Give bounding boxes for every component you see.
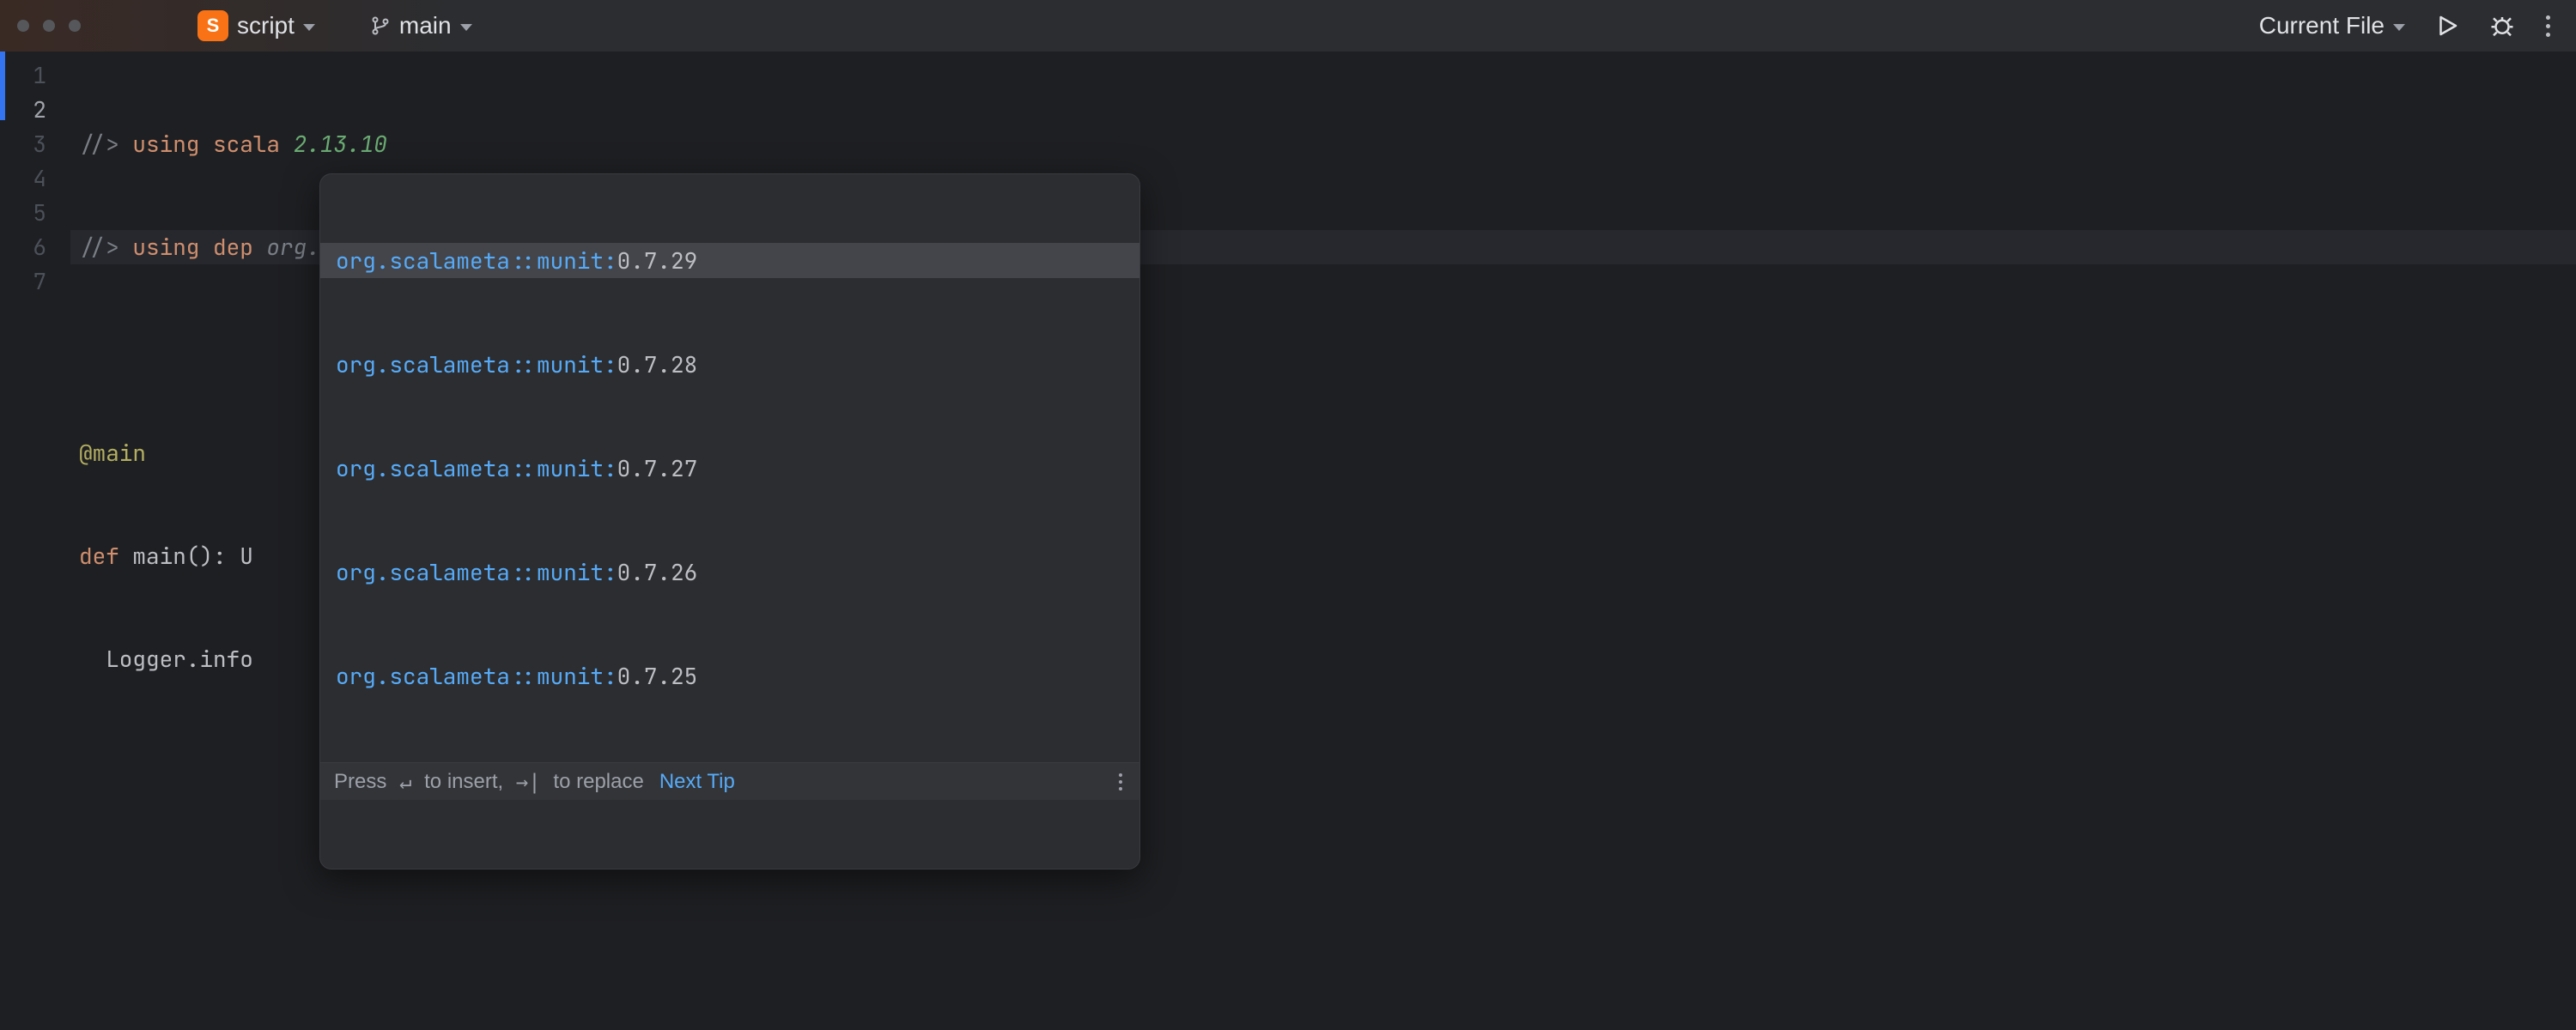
token-keyword: using dep bbox=[132, 232, 266, 262]
completion-popup: org.scalameta::munit:0.7.29 org.scalamet… bbox=[319, 173, 1140, 869]
titlebar: S script main Current File bbox=[0, 0, 2576, 52]
token-comment: //> bbox=[79, 129, 132, 159]
branch-selector[interactable]: main bbox=[363, 9, 479, 43]
code-area[interactable]: //> using scala 2.13.10 //> using dep or… bbox=[70, 52, 2576, 1030]
line-number[interactable]: 5 bbox=[0, 196, 70, 230]
completion-version: 0.7.28 bbox=[617, 348, 698, 382]
completion-footer: Press ↵ to insert, →| to replace Next Ti… bbox=[320, 762, 1139, 800]
completion-item[interactable]: org.scalameta::munit:0.7.27 bbox=[320, 451, 1139, 486]
token-version: 2.13.10 bbox=[294, 129, 387, 159]
chevron-down-icon bbox=[303, 24, 315, 31]
completion-version: 0.7.26 bbox=[617, 555, 698, 590]
completion-version: 0.7.27 bbox=[617, 451, 698, 486]
ide-window: S script main Current File bbox=[0, 0, 2576, 1030]
tab-key-icon: →| bbox=[516, 765, 541, 799]
completion-item[interactable]: org.scalameta::munit:0.7.26 bbox=[320, 554, 1139, 590]
editor: 1 2 3 4 5 6 7 //> using scala 2.13.10 //… bbox=[0, 52, 2576, 1030]
gutter: 1 2 3 4 5 6 7 bbox=[0, 52, 70, 1030]
window-maximize-button[interactable] bbox=[69, 20, 81, 32]
window-controls bbox=[17, 20, 81, 32]
completion-more-button[interactable] bbox=[1115, 770, 1126, 794]
window-minimize-button[interactable] bbox=[43, 20, 55, 32]
footer-text: to replace bbox=[548, 765, 644, 799]
file-name-label: script bbox=[237, 12, 295, 39]
token-ident: main(): U bbox=[119, 541, 253, 571]
completion-prefix: org.scalameta::munit: bbox=[336, 659, 617, 694]
token-comment: //> bbox=[79, 232, 132, 262]
run-button[interactable] bbox=[2427, 9, 2467, 42]
chevron-down-icon bbox=[2393, 24, 2405, 31]
branch-icon bbox=[370, 15, 391, 36]
completion-prefix: org.scalameta::munit: bbox=[336, 555, 617, 590]
completion-prefix: org.scalameta::munit: bbox=[336, 348, 617, 382]
completion-item[interactable]: org.scalameta::munit:0.7.25 bbox=[320, 658, 1139, 694]
file-type-badge: S bbox=[197, 10, 228, 41]
line-number[interactable]: 4 bbox=[0, 161, 70, 196]
enter-key-icon: ↵ bbox=[399, 765, 411, 799]
next-tip-link[interactable]: Next Tip bbox=[659, 765, 735, 799]
run-config-selector[interactable]: Current File bbox=[2252, 9, 2412, 43]
file-selector[interactable]: S script bbox=[191, 7, 322, 45]
run-config-label: Current File bbox=[2259, 12, 2385, 39]
completion-item[interactable]: org.scalameta::munit:0.7.29 bbox=[320, 243, 1139, 278]
token-keyword: using scala bbox=[132, 129, 293, 159]
debug-button[interactable] bbox=[2482, 9, 2522, 42]
completion-version: 0.7.25 bbox=[617, 659, 698, 694]
token-keyword: def bbox=[79, 541, 119, 571]
code-line[interactable]: //> using scala 2.13.10 bbox=[70, 127, 2576, 161]
footer-text: Press bbox=[334, 765, 392, 799]
token-ident: Logger.info bbox=[79, 644, 253, 674]
line-number[interactable]: 7 bbox=[0, 264, 70, 299]
completion-item[interactable]: org.scalameta::munit:0.7.28 bbox=[320, 347, 1139, 382]
completion-version: 0.7.29 bbox=[617, 244, 698, 278]
footer-text: to insert, bbox=[418, 765, 508, 799]
completion-prefix: org.scalameta::munit: bbox=[336, 244, 617, 278]
line-number[interactable]: 1 bbox=[0, 58, 70, 93]
branch-name-label: main bbox=[399, 12, 452, 39]
window-close-button[interactable] bbox=[17, 20, 29, 32]
completion-prefix: org.scalameta::munit: bbox=[336, 451, 617, 486]
line-number[interactable]: 3 bbox=[0, 127, 70, 161]
chevron-down-icon bbox=[460, 24, 472, 31]
more-menu-button[interactable] bbox=[2537, 15, 2559, 37]
line-number[interactable]: 6 bbox=[0, 230, 70, 264]
line-number[interactable]: 2 bbox=[0, 93, 70, 127]
token-annotation: @main bbox=[79, 438, 146, 468]
